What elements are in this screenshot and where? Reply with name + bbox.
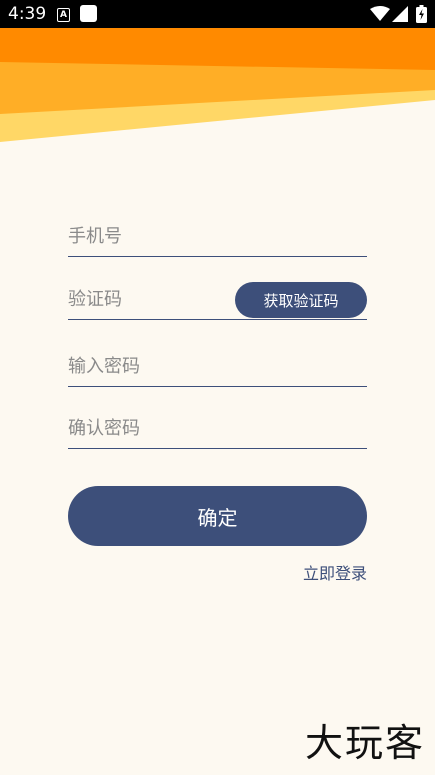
- status-time: 4:39: [8, 4, 47, 24]
- password-field: [68, 346, 367, 387]
- confirm-password-field: [68, 408, 367, 449]
- password-input[interactable]: [68, 346, 367, 386]
- watermark-logo: 大玩客: [304, 721, 425, 765]
- wifi-icon: [370, 6, 390, 21]
- confirm-button[interactable]: 确定: [68, 486, 367, 546]
- notification-square-icon: [80, 5, 97, 22]
- phone-input[interactable]: [68, 216, 367, 256]
- confirm-password-input[interactable]: [68, 408, 367, 448]
- code-input[interactable]: [68, 279, 228, 319]
- signal-icon: [392, 6, 408, 22]
- notification-a-icon: A: [57, 8, 70, 22]
- phone-field: [68, 216, 367, 257]
- get-code-button[interactable]: 获取验证码: [235, 282, 367, 318]
- status-bar: 4:39 A: [0, 0, 435, 28]
- login-link[interactable]: 立即登录: [303, 560, 367, 584]
- header-banner: [0, 28, 435, 142]
- code-field: 获取验证码: [68, 279, 367, 320]
- battery-icon: [416, 5, 427, 23]
